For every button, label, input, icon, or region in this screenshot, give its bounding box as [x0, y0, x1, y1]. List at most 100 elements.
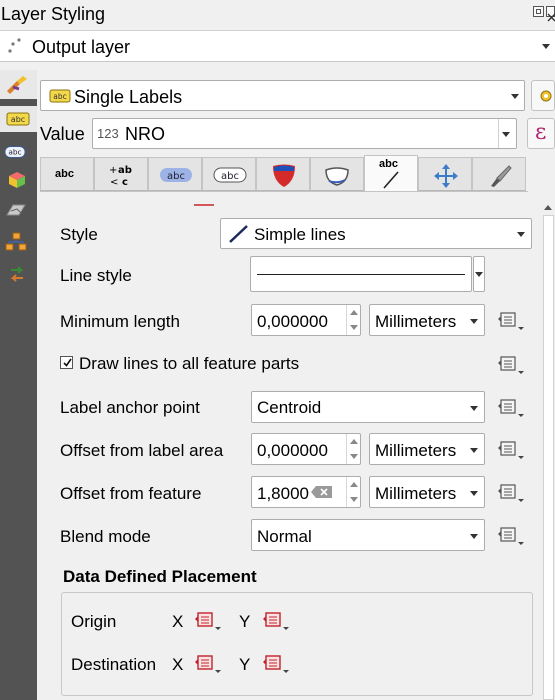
- anchor-value: Centroid: [257, 398, 322, 417]
- point-layer-icon: [8, 38, 21, 53]
- masks-icon[interactable]: abc: [4, 142, 26, 162]
- tab-background[interactable]: abc: [202, 157, 256, 191]
- offset-label-area-unit-combo[interactable]: Millimeters: [369, 433, 485, 465]
- draw-all-checkbox[interactable]: [60, 356, 73, 369]
- data-defined-override-icon[interactable]: [497, 480, 525, 504]
- svg-text:<: <: [110, 177, 118, 188]
- destination-y-label: Y: [239, 655, 251, 674]
- origin-y-data-defined-icon[interactable]: [262, 608, 290, 632]
- tab-text-icon: abc: [55, 168, 74, 180]
- epsilon-icon: ε: [535, 120, 547, 145]
- blend-mode-label: Blend mode: [60, 527, 151, 546]
- paintbrush-icon: [7, 76, 27, 94]
- chevron-down-icon: [470, 534, 478, 539]
- origin-x-data-defined-icon[interactable]: [194, 608, 222, 632]
- chevron-down-icon: [470, 319, 478, 324]
- layer-selector-value: Output layer: [32, 37, 131, 57]
- blend-mode-value: Normal: [257, 527, 312, 546]
- callout-style-combo[interactable]: Simple lines: [220, 218, 532, 249]
- scroll-up-icon[interactable]: [544, 205, 552, 210]
- origin-label: Origin: [71, 612, 117, 631]
- destination-x-label: X: [172, 655, 184, 674]
- 3d-view-icon[interactable]: [6, 170, 28, 190]
- labels-mode-combo[interactable]: abc Single Labels: [40, 80, 525, 111]
- chevron-down-icon: [475, 272, 483, 277]
- expression-button[interactable]: ε: [527, 118, 555, 149]
- anchor-combo[interactable]: Centroid: [251, 391, 485, 423]
- destination-y-data-defined-icon[interactable]: [262, 651, 290, 675]
- history-icon[interactable]: [6, 264, 28, 284]
- buffer-icon: abc: [160, 168, 192, 182]
- chevron-down-icon: [470, 406, 478, 411]
- offset-feature-unit-value: Millimeters: [375, 484, 457, 503]
- tab-formatting[interactable]: + ab < c: [94, 157, 148, 191]
- value-field-combo[interactable]: 123 NRO: [92, 118, 517, 149]
- background-icon: abc: [213, 167, 247, 183]
- min-length-value: 0,000000: [257, 312, 328, 331]
- min-length-label: Minimum length: [60, 312, 180, 331]
- svg-text:abc: abc: [53, 92, 66, 101]
- chevron-down-icon: [517, 232, 525, 237]
- offset-feature-value: 1,8000: [257, 484, 309, 503]
- layer-selector[interactable]: Output layer: [0, 30, 555, 62]
- sidebar-item-symbology[interactable]: [0, 70, 37, 99]
- tab-placement[interactable]: [418, 157, 472, 191]
- data-defined-placement-title: Data Defined Placement: [63, 567, 257, 586]
- style-sidebar: abc abc: [0, 70, 37, 700]
- diagrams-icon[interactable]: [5, 200, 27, 220]
- tab-rendering[interactable]: [472, 157, 526, 191]
- style-label: Style: [60, 225, 98, 244]
- move-icon: [434, 164, 458, 188]
- offset-feature-spinbox[interactable]: 1,8000: [251, 476, 361, 508]
- chevron-down-icon: [502, 132, 510, 137]
- brush-icon: [491, 165, 512, 187]
- offset-feature-unit-combo[interactable]: Millimeters: [369, 476, 485, 508]
- data-defined-override-icon[interactable]: [497, 437, 525, 461]
- offset-feature-label: Offset from feature: [60, 484, 202, 503]
- data-defined-override-icon[interactable]: [497, 395, 525, 419]
- tab-callouts[interactable]: abc: [364, 155, 418, 191]
- anchor-label: Label anchor point: [60, 398, 200, 417]
- svg-text:abc: abc: [11, 115, 25, 124]
- line-style-label: Line style: [60, 266, 132, 285]
- data-defined-override-icon[interactable]: [497, 352, 525, 376]
- scroll-indicator: [194, 204, 214, 206]
- line-style-button[interactable]: [250, 256, 472, 292]
- float-window-button[interactable]: [533, 6, 544, 17]
- callout-style-value: Simple lines: [254, 225, 346, 244]
- destination-x-data-defined-icon[interactable]: [194, 651, 222, 675]
- line-style-dropdown[interactable]: [473, 256, 485, 292]
- close-window-button[interactable]: [546, 6, 555, 22]
- tab-shadow[interactable]: [256, 157, 310, 191]
- simple-line-icon: [229, 225, 248, 243]
- scrollbar-thumb[interactable]: [543, 215, 554, 700]
- data-defined-override-icon[interactable]: [497, 308, 525, 332]
- svg-text:c: c: [122, 177, 128, 188]
- title-bar: Layer Styling: [0, 0, 555, 30]
- tab-text[interactable]: abc: [40, 157, 94, 191]
- min-length-unit-value: Millimeters: [375, 312, 457, 331]
- svg-text:abc: abc: [8, 148, 21, 157]
- value-field-value: NRO: [125, 124, 165, 144]
- gear-icon: [540, 90, 552, 102]
- svg-text:abc: abc: [167, 171, 185, 182]
- tab-buffer[interactable]: abc: [148, 157, 202, 191]
- close-icon: [547, 13, 555, 22]
- min-length-unit-combo[interactable]: Millimeters: [369, 304, 485, 336]
- svg-text:+: +: [109, 165, 117, 176]
- shield-icon: [273, 164, 295, 187]
- min-length-spinbox[interactable]: 0,000000: [251, 304, 361, 336]
- svg-text:abc: abc: [221, 171, 239, 182]
- rule-labels-settings-button[interactable]: [531, 80, 555, 111]
- tab-callouts-shape[interactable]: [310, 157, 364, 191]
- blend-mode-combo[interactable]: Normal: [251, 519, 485, 551]
- data-defined-placement-group: [61, 592, 533, 696]
- svg-text:ab: ab: [118, 165, 132, 176]
- fields-icon[interactable]: [5, 232, 27, 252]
- clear-icon[interactable]: [311, 485, 333, 499]
- sidebar-item-labels[interactable]: abc: [0, 106, 37, 132]
- data-defined-override-icon[interactable]: [497, 523, 525, 547]
- window-title: Layer Styling: [1, 4, 106, 24]
- offset-label-area-spinbox[interactable]: 0,000000: [251, 433, 361, 465]
- formatting-icon: + ab < c: [109, 165, 132, 188]
